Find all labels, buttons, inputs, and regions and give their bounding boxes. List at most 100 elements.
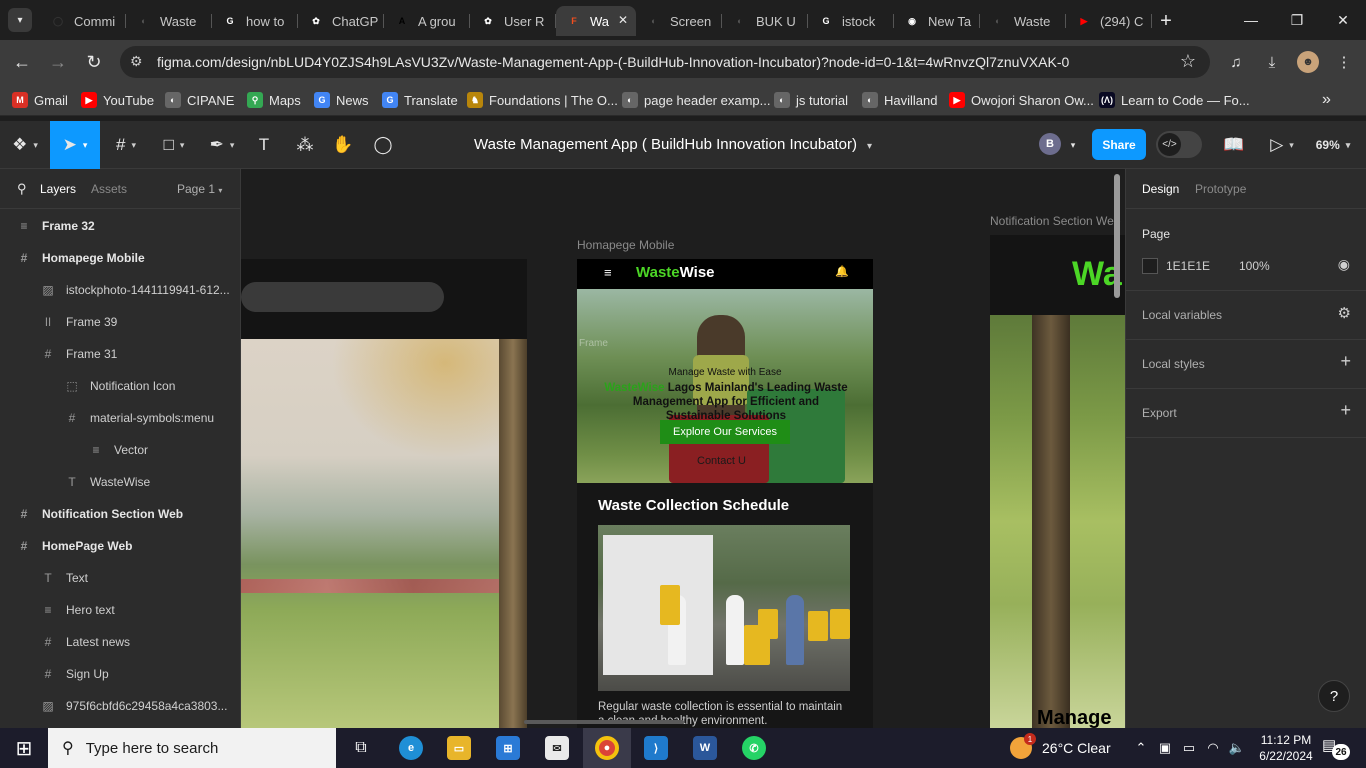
url-text[interactable]: figma.com/design/nbLUD4Y0ZJS4h9LAsVU3Zv/… [157,54,1069,70]
layer-row[interactable]: # HomePage Web [0,530,240,562]
avatar-chevron-icon[interactable]: ▾ [1064,121,1082,169]
bookmark-item[interactable]: ♞ Foundations | The O... [467,91,618,109]
profile-avatar-icon[interactable]: ☻ [1297,51,1319,73]
library-button[interactable]: 📖 [1218,121,1250,169]
bookmark-item[interactable]: (Λ) Learn to Code — Fo... [1099,91,1250,109]
text-tool-button[interactable]: T [248,121,280,169]
share-button[interactable]: Share [1092,129,1146,160]
browser-tab[interactable]: ▶ (294) C [1066,6,1152,36]
close-window-icon[interactable]: ✕ [1320,0,1366,40]
bookmark-item[interactable]: G Translate [382,91,458,109]
battery-icon[interactable]: ▭ [1178,728,1200,768]
task-view-icon[interactable]: ⧉ [337,728,385,768]
search-icon[interactable]: ⚲ [17,181,27,197]
file-explorer-icon[interactable]: ▭ [435,728,483,768]
layer-row[interactable]: # Latest news [0,626,240,658]
clock[interactable]: 11:12 PM 6/22/2024 [1254,732,1318,764]
design-canvas[interactable]: Homapege Mobile Notification Section Web… [241,169,1125,728]
add-style-icon[interactable]: + [1340,351,1351,372]
resources-tool-button[interactable]: ⁂ [288,121,322,169]
help-button[interactable]: ? [1318,680,1350,712]
tab-layers[interactable]: Layers [40,182,76,196]
layer-row[interactable]: ǀǀ Frame 39 [0,306,240,338]
page-selector[interactable]: Page 1 ▾ [177,182,222,196]
browser-tab[interactable]: ◐ BUK U [722,6,808,36]
page-background-hex[interactable]: 1E1E1E [1166,259,1210,273]
camera-icon[interactable]: ▣ [1154,728,1176,768]
reload-icon[interactable]: ↻ [82,50,106,74]
hand-tool-button[interactable]: ✋ [326,121,360,169]
layer-row[interactable]: ▨ 975f6cbfd6c29458a4ca3803... [0,690,240,722]
layer-row[interactable]: # Homapege Mobile [0,242,240,274]
variables-settings-icon[interactable]: ⚙ [1338,304,1351,322]
whatsapp-icon[interactable]: ✆ [730,728,778,768]
back-icon[interactable]: ← [10,50,34,74]
windows-start-icon[interactable]: ⊞ [0,728,48,768]
layer-row[interactable]: # material-symbols:menu [0,402,240,434]
bookmark-item[interactable]: ◐ page header examp... [622,91,770,109]
new-tab-icon[interactable]: + [1152,6,1180,36]
frame-label-homepage-mobile[interactable]: Homapege Mobile [577,238,674,252]
bookmark-item[interactable]: ◐ Havilland [862,91,937,109]
page-background-opacity[interactable]: 100% [1239,259,1270,273]
site-info-icon[interactable]: ⚙ [130,53,143,70]
bookmark-item[interactable]: ⚲ Maps [247,91,301,109]
shape-tool-button[interactable]: □ ▾ [152,121,196,169]
chrome-icon[interactable]: ● [583,728,631,768]
layer-row[interactable]: T Text [0,562,240,594]
frame-tool-button[interactable]: # ▾ [104,121,148,169]
tab-prototype[interactable]: Prototype [1195,182,1246,196]
comment-tool-button[interactable]: ◯ [366,121,400,169]
collaborator-avatar[interactable]: B [1039,133,1061,155]
wifi-icon[interactable]: ◠ [1202,728,1224,768]
file-title[interactable]: Waste Management App ( BuildHub Innovati… [474,136,872,153]
close-tab-icon[interactable]: ✕ [618,13,628,27]
more-bookmarks-icon[interactable]: » [1322,91,1331,109]
layer-row[interactable]: T WasteWise [0,466,240,498]
browser-tab[interactable]: ◯ Commi [40,6,126,36]
move-tool-button[interactable]: ➤ ▾ [50,121,100,169]
taskbar-search-box[interactable]: ⚲ Type here to search [48,728,336,768]
microsoft-store-icon[interactable]: ⊞ [484,728,532,768]
word-icon[interactable]: W [681,728,729,768]
mail-icon[interactable]: ✉ [533,728,581,768]
browser-tab[interactable]: Ghow to [212,6,298,36]
layer-row[interactable]: ≡ Frame 32 [0,210,240,242]
address-bar[interactable]: ⚙ figma.com/design/nbLUD4Y0ZJS4h9LAsVU3Z… [120,46,1210,78]
layer-row[interactable]: ▨ istockphoto-1441119941-612... [0,274,240,306]
notification-center-icon[interactable]: ▤ 26 [1322,736,1350,760]
canvas-horizontal-scrollbar[interactable] [524,720,684,724]
zoom-menu[interactable]: 69% ▾ [1308,121,1358,169]
local-variables-row[interactable]: Local variables ⚙ [1126,291,1366,340]
page-background-swatch[interactable] [1142,258,1158,274]
bookmark-item[interactable]: ◐ js tutorial [774,91,848,109]
browser-tab[interactable]: ◐ Waste [126,6,212,36]
bookmark-item[interactable]: G News [314,91,369,109]
browser-tab[interactable]: ◉ New Ta [894,6,980,36]
bookmark-item[interactable]: M Gmail [12,91,68,109]
contact-us-button[interactable]: Contact U [697,455,746,467]
browser-tab[interactable]: Gistock [808,6,894,36]
chevron-up-icon[interactable]: ⌃ [1130,728,1152,768]
browser-tab[interactable]: ◐ Waste [980,6,1066,36]
local-styles-row[interactable]: Local styles + [1126,340,1366,389]
canvas-vertical-scrollbar[interactable] [1114,174,1120,298]
eye-icon[interactable]: ◉ [1338,256,1350,273]
layer-row[interactable]: ≡ Hero text [0,594,240,626]
forward-icon[interactable]: → [46,50,70,74]
layer-row[interactable]: # Sign Up [0,658,240,690]
browser-tab[interactable]: ✿ User R [470,6,556,36]
bookmark-star-icon[interactable]: ☆ [1180,51,1196,72]
tab-assets[interactable]: Assets [91,182,127,196]
kebab-menu-icon[interactable]: ⋮ [1333,51,1355,73]
export-row[interactable]: Export + [1126,389,1366,438]
homepage-mobile-frame[interactable]: ≡ WasteWise 🔔 Frame Manage Waste with Ea… [577,259,873,728]
bookmark-item[interactable]: ▶ YouTube [81,91,154,109]
dev-mode-toggle[interactable]: </> [1156,131,1202,158]
add-export-icon[interactable]: + [1340,400,1351,421]
browser-tab[interactable]: ✿ ChatGP [298,6,384,36]
figma-main-menu-button[interactable]: ❖ ▾ [0,121,50,169]
tab-search-icon[interactable]: ▾ [8,8,32,32]
frame-label-notification-section[interactable]: Notification Section Web [990,214,1121,228]
layer-row[interactable]: # Frame 31 [0,338,240,370]
